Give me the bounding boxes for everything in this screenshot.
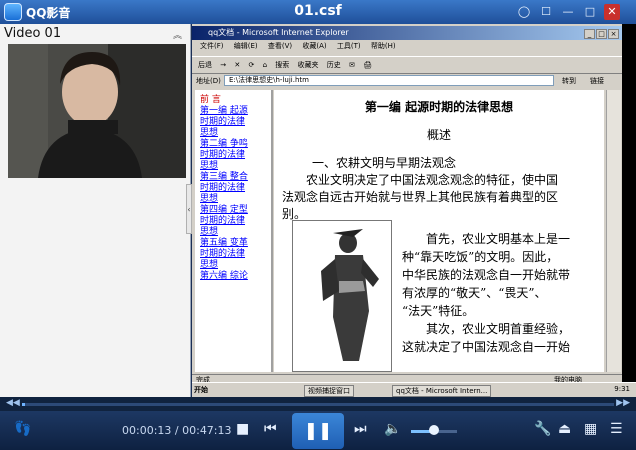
windows-taskbar: 开始 视频捕捉窗口 qq文档 - Microsoft Intern... 9:3… — [192, 382, 636, 398]
ie-menu-item: 查看(V) — [267, 42, 293, 50]
toc-item: 时期的法律 — [200, 216, 246, 226]
taskbar-task: qq文档 - Microsoft Intern... — [392, 385, 492, 397]
toc-item: 第二编 争鸣 — [200, 139, 248, 149]
ie-window: qq文档 - Microsoft Internet Explorer _ □ ×… — [192, 24, 622, 397]
ie-address-field: E:\法律思想史\h-luji.htm — [224, 75, 554, 86]
doc-line: 其次，农业文明首重经验， — [426, 322, 571, 336]
ie-back-icon: 后退 — [198, 61, 212, 69]
taskbar-clock: 9:31 — [614, 385, 630, 393]
doc-line: 法观念自远古开始就与世界上其他民族有着典型的区 — [282, 190, 559, 204]
seek-bar: ◀◀ ▶▶ — [0, 397, 636, 411]
ie-go-label: 转到 — [562, 77, 576, 85]
title-bar: QQ影音 01.csf ◯ ☐ — □ ✕ — [0, 0, 636, 24]
time-display: 00:00:13 / 00:47:13 — [122, 424, 232, 437]
doc-line: 有浓厚的“敬天”、“畏天”、 — [402, 286, 547, 300]
ie-maximize-icon: □ — [596, 29, 607, 39]
start-button-label: 开始 — [194, 386, 208, 394]
settings-button[interactable]: ☐ — [538, 4, 554, 20]
toc-item: 思想 — [200, 260, 219, 270]
ie-toc-frame: 前 言 第一编 起源 时期的法律 思想 第二编 争鸣 时期的法律 思想 第三编 … — [195, 90, 273, 372]
toc-item: 时期的法律 — [200, 183, 246, 193]
ie-menu-item: 帮助(H) — [370, 42, 396, 50]
eject-button[interactable]: ⏏ — [558, 421, 571, 437]
toc-item: 第一编 起源 — [200, 106, 248, 116]
footprint-icon[interactable]: 👣 — [14, 421, 31, 437]
ie-close-icon: × — [608, 29, 619, 39]
ie-menu-item: 编辑(E) — [233, 42, 258, 50]
ie-address-bar: 地址(D) E:\法律思想史\h-luji.htm 转到 链接 — [192, 73, 622, 89]
ie-stop-icon: ✕ — [234, 61, 241, 69]
skin-toggle-button[interactable]: ▦ — [584, 421, 597, 437]
time-separator: / — [171, 424, 183, 437]
doc-line: 中华民族的法观念自一开始就带 — [402, 268, 571, 282]
stop-button[interactable]: ■ — [236, 421, 249, 437]
toc-item: 第四编 定型 — [200, 205, 248, 215]
doc-line: 种“靠天吃饭”的文明。因此， — [402, 250, 559, 264]
toc-item: 时期的法律 — [200, 117, 246, 127]
ie-search-icon: 搜索 — [275, 61, 290, 69]
toc-item: 时期的法律 — [200, 249, 246, 259]
current-time: 00:00:13 — [122, 424, 172, 437]
ie-menu-bar: 文件(F) 编辑(E) 查看(V) 收藏(A) 工具(T) 帮助(H) — [192, 41, 622, 55]
ie-toolbar: 后退 → ✕ ⟳ ⌂ 搜索 收藏夹 历史 ✉ 🖨 — [192, 56, 622, 74]
ie-forward-icon: → — [220, 61, 227, 69]
control-bar: 👣 00:00:13 / 00:47:13 ■ ⏮ ❚❚ ⏭ 🔈 🔧 ⏏ ▦ ☰ — [0, 411, 636, 450]
seek-forward-icon[interactable]: ▶▶ — [616, 398, 630, 408]
ie-scrollbar — [606, 90, 621, 372]
ie-document-frame: 第一编 起源时期的法律思想 概述 一、农耕文明与早期法观念 农业文明决定了中国法… — [274, 90, 604, 372]
skin-button[interactable]: ◯ — [516, 4, 532, 20]
total-time: 00:47:13 — [182, 424, 232, 437]
doc-title: 第一编 起源时期的法律思想 — [364, 100, 514, 114]
ie-refresh-icon: ⟳ — [248, 61, 255, 69]
pause-button[interactable]: ❚❚ — [292, 413, 344, 449]
ie-home-icon: ⌂ — [262, 61, 268, 69]
toc-item: 第三编 整合 — [200, 172, 248, 182]
volume-knob[interactable] — [429, 425, 439, 435]
doc-line: 这就决定了中国法观念自一开始 — [402, 340, 571, 354]
toc-item: 第六编 综论 — [200, 271, 248, 281]
toc-preface: 前 言 — [200, 95, 221, 105]
doc-line: 农业文明决定了中国法观念观念的特征，使中国 — [306, 173, 559, 187]
tools-button[interactable]: 🔧 — [534, 421, 551, 437]
doc-line: 一、农耕文明与早期法观念 — [312, 156, 457, 170]
menu-button[interactable]: ☰ — [610, 421, 623, 437]
ie-title-text: qq文档 - Microsoft Internet Explorer — [208, 28, 349, 37]
video-thumbnail[interactable] — [8, 44, 186, 178]
ie-menu-item: 文件(F) — [200, 42, 224, 50]
ie-title-bar: qq文档 - Microsoft Internet Explorer _ □ × — [192, 26, 622, 40]
next-button[interactable]: ⏭ — [354, 421, 367, 437]
maximize-button[interactable]: □ — [582, 4, 598, 20]
ie-history-icon: 历史 — [326, 61, 341, 69]
volume-icon[interactable]: 🔈 — [384, 421, 401, 437]
toc-item: 思想 — [200, 161, 219, 171]
doc-line: “法天”特征。 — [402, 304, 475, 318]
minimize-button[interactable]: — — [560, 4, 576, 20]
toc-item: 思想 — [200, 128, 219, 138]
toc-item: 第五编 变革 — [200, 238, 248, 248]
seek-progress — [22, 403, 25, 406]
ie-print-icon: 🖨 — [363, 61, 372, 69]
ie-address-label: 地址(D) — [196, 77, 221, 85]
toc-item: 思想 — [200, 194, 219, 204]
playlist-panel: Video 01 ︽ — [0, 24, 191, 397]
video-display[interactable]: qq文档 - Microsoft Internet Explorer _ □ ×… — [192, 24, 636, 398]
ie-links-label: 链接 — [590, 77, 604, 85]
close-button[interactable]: ✕ — [604, 4, 620, 20]
previous-button[interactable]: ⏮ — [264, 421, 277, 437]
doc-figure-image — [292, 220, 392, 372]
ie-minimize-icon: _ — [584, 29, 595, 39]
doc-line: 首先，农业文明基本上是一 — [426, 232, 571, 246]
ie-favorites-icon: 收藏夹 — [297, 61, 319, 69]
playlist-video-title[interactable]: Video 01 — [4, 26, 61, 41]
collapse-icon[interactable]: ︽ — [173, 28, 182, 41]
doc-subtitle: 概述 — [426, 128, 451, 142]
ie-menu-item: 收藏(A) — [302, 42, 327, 50]
seek-track[interactable] — [22, 403, 614, 406]
seek-back-icon[interactable]: ◀◀ — [6, 398, 20, 408]
ie-mail-icon: ✉ — [348, 61, 355, 69]
taskbar-task: 视频捕捉窗口 — [304, 385, 354, 397]
ie-menu-item: 工具(T) — [336, 42, 361, 50]
toc-item: 时期的法律 — [200, 150, 246, 160]
toc-item: 思想 — [200, 227, 219, 237]
